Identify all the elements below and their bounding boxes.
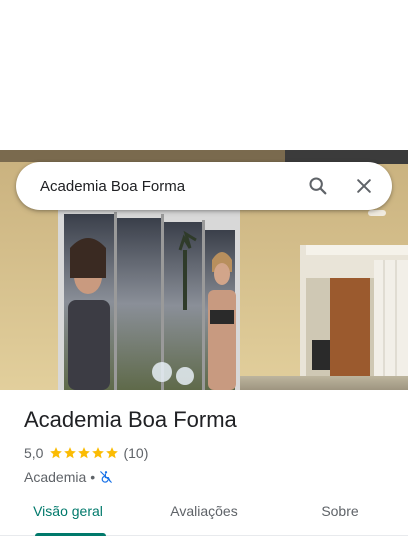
search-button[interactable] xyxy=(298,166,338,206)
tab-reviews[interactable]: Avaliações xyxy=(136,490,272,535)
star-icon xyxy=(64,447,77,459)
star-icon xyxy=(78,447,91,459)
tab-about-label: Sobre xyxy=(321,503,359,519)
star-icon xyxy=(106,447,119,459)
place-tabs: Visão geral Avaliações Sobre xyxy=(0,490,408,536)
search-input[interactable]: Academia Boa Forma xyxy=(40,178,298,195)
tab-overview[interactable]: Visão geral xyxy=(0,490,136,536)
place-title: Academia Boa Forma xyxy=(24,407,237,432)
close-icon xyxy=(357,179,371,193)
not-wheelchair-accessible-icon[interactable] xyxy=(99,470,113,484)
search-icon xyxy=(309,177,327,195)
active-tab-indicator xyxy=(35,533,106,536)
star-rating xyxy=(49,446,119,460)
tab-overview-label: Visão geral xyxy=(33,503,103,519)
rating-row[interactable]: 5,0 (10) xyxy=(24,444,394,462)
rating-value: 5,0 xyxy=(24,445,44,461)
star-icon xyxy=(50,447,63,459)
tab-about[interactable]: Sobre xyxy=(272,490,408,535)
place-category: Academia xyxy=(24,469,87,485)
separator-dot: • xyxy=(90,469,96,485)
tab-reviews-label: Avaliações xyxy=(170,503,238,519)
category-row: Academia • xyxy=(24,468,394,486)
star-icon xyxy=(92,447,105,459)
close-button[interactable] xyxy=(344,166,384,206)
place-info: Academia Boa Forma 5,0 (10) Academia • xyxy=(24,404,394,486)
search-bar[interactable]: Academia Boa Forma xyxy=(16,162,392,210)
review-count[interactable]: (10) xyxy=(123,445,148,461)
